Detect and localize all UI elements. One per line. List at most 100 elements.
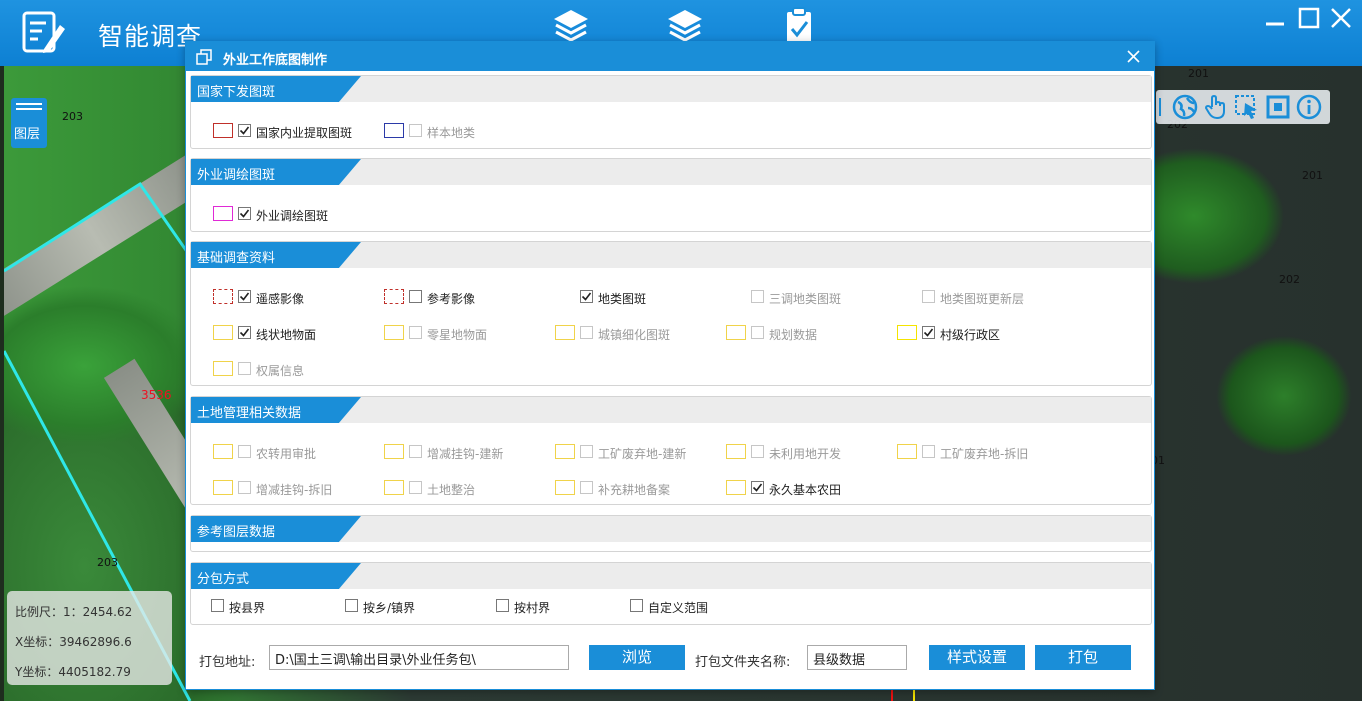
package-option[interactable]: 自定义范围 — [630, 597, 740, 615]
layer-option[interactable]: 土地整治 — [384, 479, 544, 497]
layer-option-label: 城镇细化图斑 — [598, 328, 671, 342]
symbol-swatch — [726, 444, 746, 459]
globe-icon[interactable] — [1172, 94, 1198, 120]
layer-checkbox[interactable] — [238, 124, 251, 137]
layer-option-label: 永久基本农田 — [769, 483, 842, 497]
layer-option-label: 工矿废弃地-拆旧 — [940, 447, 1029, 461]
package-option-label: 自定义范围 — [648, 601, 709, 615]
package-checkbox[interactable] — [630, 599, 643, 612]
layer-option-label: 增减挂钩-拆旧 — [256, 483, 333, 497]
map-label: 202 — [1279, 273, 1300, 286]
layer-option-label: 工矿废弃地-建新 — [598, 447, 687, 461]
browse-button[interactable]: 浏览 — [589, 645, 685, 670]
layer-option-label: 外业调绘图斑 — [256, 209, 329, 223]
layer-option[interactable]: 补充耕地备案 — [555, 479, 715, 497]
layer-checkbox[interactable] — [751, 481, 764, 494]
symbol-swatch — [384, 444, 404, 459]
layer-checkbox — [409, 445, 422, 458]
section-header: 参考图层数据 — [191, 516, 1151, 542]
layer-option-label: 零星地物面 — [427, 328, 488, 342]
maximize-icon[interactable] — [1297, 6, 1321, 30]
layer-option[interactable]: 遥感影像 — [213, 288, 373, 306]
package-option[interactable]: 按村界 — [496, 597, 606, 615]
y-coordinate-readout: Y坐标：4405182.79 — [15, 665, 131, 679]
layer-option[interactable]: 工矿废弃地-拆旧 — [897, 443, 1057, 461]
dialog-title: 外业工作底图制作 — [223, 53, 328, 68]
map-label: 203 — [97, 556, 118, 569]
symbol-swatch — [555, 325, 575, 340]
extent-icon[interactable] — [1265, 94, 1291, 120]
symbol-swatch — [897, 444, 917, 459]
layer-option[interactable]: 增减挂钩-拆旧 — [213, 479, 373, 497]
layer-option-label: 土地整治 — [427, 483, 476, 497]
layer-checkbox — [751, 290, 764, 303]
style-settings-button[interactable]: 样式设置 — [929, 645, 1025, 670]
section-title: 分包方式 — [197, 572, 250, 587]
layers-icon[interactable] — [551, 6, 591, 46]
layer-option[interactable]: 工矿废弃地-建新 — [555, 443, 715, 461]
layer-option-label: 地类图斑 — [598, 292, 647, 306]
section-reference-layers: 参考图层数据 — [190, 515, 1152, 552]
clipboard-check-icon[interactable] — [779, 6, 819, 46]
layer-checkbox — [580, 481, 593, 494]
layer-checkbox — [238, 445, 251, 458]
map-label: 201 — [1302, 169, 1323, 182]
section-tab: 土地管理相关数据 — [191, 397, 361, 423]
close-window-icon[interactable] — [1329, 6, 1353, 30]
layer-panel-button[interactable]: 图层 — [11, 98, 47, 148]
close-icon[interactable] — [1126, 49, 1141, 64]
section-field-parcels: 外业调绘图斑 外业调绘图斑 — [190, 158, 1152, 232]
section-title: 土地管理相关数据 — [197, 406, 302, 421]
pack-button[interactable]: 打包 — [1035, 645, 1131, 670]
layer-option[interactable]: 规划数据 — [726, 324, 886, 342]
layer-option[interactable]: 权属信息 — [213, 360, 373, 378]
layer-option[interactable]: 地类图斑更新层 — [897, 288, 1057, 306]
layer-checkbox[interactable] — [580, 290, 593, 303]
package-option-label: 按县界 — [229, 601, 266, 615]
symbol-swatch — [213, 289, 233, 304]
survey-form-icon — [22, 11, 65, 53]
layer-option-label: 三调地类图斑 — [769, 292, 842, 306]
symbol-swatch — [726, 325, 746, 340]
package-option-label: 按村界 — [514, 601, 551, 615]
layer-option[interactable]: 国家内业提取图斑 — [213, 122, 373, 140]
layer-option[interactable]: 外业调绘图斑 — [213, 205, 373, 223]
package-checkbox[interactable] — [345, 599, 358, 612]
layer-option[interactable]: 城镇细化图斑 — [555, 324, 715, 342]
layer-checkbox[interactable] — [238, 207, 251, 220]
package-option[interactable]: 按乡/镇界 — [345, 597, 455, 615]
layers-stack-icon[interactable] — [665, 6, 705, 46]
info-icon[interactable] — [1296, 94, 1322, 120]
package-checkbox[interactable] — [496, 599, 509, 612]
layer-option[interactable]: 农转用审批 — [213, 443, 373, 461]
package-option[interactable]: 按县界 — [211, 597, 321, 615]
layer-option[interactable]: 未利用地开发 — [726, 443, 886, 461]
map-label: 203 — [62, 110, 83, 123]
layer-checkbox[interactable] — [238, 290, 251, 303]
section-package-mode: 分包方式 按县界 按乡/镇界 按村界 自定义范围 — [190, 562, 1152, 625]
package-folder-input[interactable]: 县级数据 — [807, 645, 907, 670]
x-coordinate-readout: X坐标：39462896.6 — [15, 635, 132, 649]
layer-option[interactable]: 地类图斑 — [555, 288, 715, 306]
layer-option[interactable]: 线状地物面 — [213, 324, 373, 342]
package-path-input[interactable]: D:\国土三调\输出目录\外业任务包\ — [269, 645, 569, 670]
layer-option[interactable]: 三调地类图斑 — [726, 288, 886, 306]
layer-option[interactable]: 永久基本农田 — [726, 479, 886, 497]
layer-checkbox[interactable] — [238, 326, 251, 339]
minimize-icon[interactable] — [1263, 6, 1287, 30]
layer-option[interactable]: 村级行政区 — [897, 324, 1057, 342]
layer-checkbox[interactable] — [409, 290, 422, 303]
layer-option[interactable]: 零星地物面 — [384, 324, 544, 342]
layer-button-label: 图层 — [14, 127, 41, 142]
map-label: 3536 — [141, 388, 172, 402]
layer-checkbox[interactable] — [922, 326, 935, 339]
select-arrow-icon[interactable] — [1234, 94, 1260, 120]
section-land-management-data: 土地管理相关数据 农转用审批 增减挂钩-建新 工矿废弃地-建新 未利用地开发 工矿废弃地… — [190, 396, 1152, 505]
layer-option[interactable]: 参考影像 — [384, 288, 544, 306]
layer-option[interactable]: 增减挂钩-建新 — [384, 443, 544, 461]
layer-checkbox — [580, 445, 593, 458]
pan-hand-icon[interactable] — [1203, 94, 1229, 120]
section-title: 基础调查资料 — [197, 251, 276, 266]
package-checkbox[interactable] — [211, 599, 224, 612]
layer-option[interactable]: 样本地类 — [384, 122, 544, 140]
